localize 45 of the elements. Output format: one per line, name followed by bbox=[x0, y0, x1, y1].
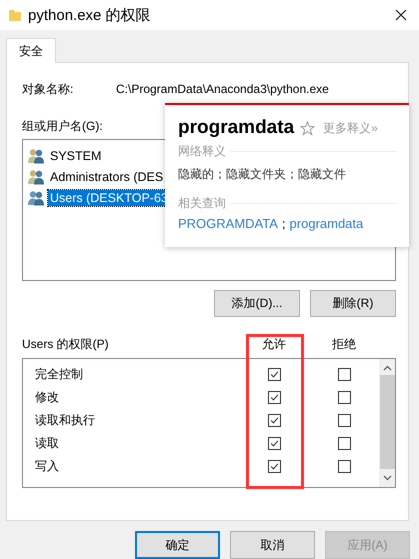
related-link[interactable]: programdata bbox=[290, 216, 364, 231]
column-header: 允许 bbox=[261, 336, 287, 352]
permission-name: 读取和执行 bbox=[34, 412, 96, 429]
window-title: python.exe 的权限 bbox=[28, 6, 152, 24]
action-button[interactable]: 添加(D)... bbox=[214, 290, 300, 317]
users-icon bbox=[27, 168, 45, 184]
permission-name: 读取 bbox=[34, 435, 60, 452]
scroll-up-icon[interactable] bbox=[382, 365, 392, 371]
checkbox[interactable] bbox=[268, 414, 280, 427]
action-button[interactable]: 删除(R) bbox=[310, 290, 396, 317]
definition-text: 隐藏的；隐藏文件夹；隐藏文件 bbox=[178, 166, 347, 183]
column-header: 拒绝 bbox=[331, 336, 357, 352]
permission-name: 写入 bbox=[34, 458, 60, 475]
section-heading: 相关查询 bbox=[178, 195, 226, 212]
user-list-item[interactable]: Administrators (DES bbox=[48, 168, 166, 184]
dialog-button[interactable]: 确定 bbox=[135, 531, 220, 559]
folder-icon bbox=[8, 8, 22, 22]
checkbox[interactable] bbox=[268, 368, 280, 381]
checkbox[interactable] bbox=[338, 414, 350, 427]
users-icon bbox=[27, 190, 45, 206]
separator: ; bbox=[282, 216, 286, 231]
checkbox[interactable] bbox=[268, 460, 280, 473]
list-label: 组或用户名(G): bbox=[22, 118, 103, 135]
scrollbar[interactable] bbox=[379, 359, 395, 487]
dialog-button[interactable]: 取消 bbox=[230, 531, 315, 559]
checkbox[interactable] bbox=[268, 437, 280, 450]
checkbox[interactable] bbox=[338, 368, 350, 381]
section-heading: 网络释义 bbox=[178, 143, 226, 160]
related-link[interactable]: PROGRAMDATA bbox=[178, 216, 278, 231]
object-path: C:\ProgramData\Anaconda3\python.exe bbox=[116, 82, 329, 96]
permission-name: 修改 bbox=[34, 389, 60, 406]
list-label: Users 的权限(P) bbox=[22, 336, 110, 352]
field-label: 对象名称: bbox=[22, 80, 74, 98]
popup-word: programdata bbox=[178, 117, 294, 139]
users-icon bbox=[27, 148, 45, 164]
star-icon[interactable] bbox=[300, 120, 316, 136]
close-icon[interactable] bbox=[395, 9, 407, 21]
checkbox[interactable] bbox=[268, 391, 280, 404]
checkbox[interactable] bbox=[338, 391, 350, 404]
checkbox[interactable] bbox=[338, 437, 350, 450]
checkbox[interactable] bbox=[338, 460, 350, 473]
tab[interactable]: 安全 bbox=[6, 38, 56, 63]
user-list-item[interactable]: SYSTEM bbox=[48, 148, 104, 164]
permission-name: 完全控制 bbox=[34, 366, 84, 383]
scroll-down-icon[interactable] bbox=[382, 475, 392, 481]
